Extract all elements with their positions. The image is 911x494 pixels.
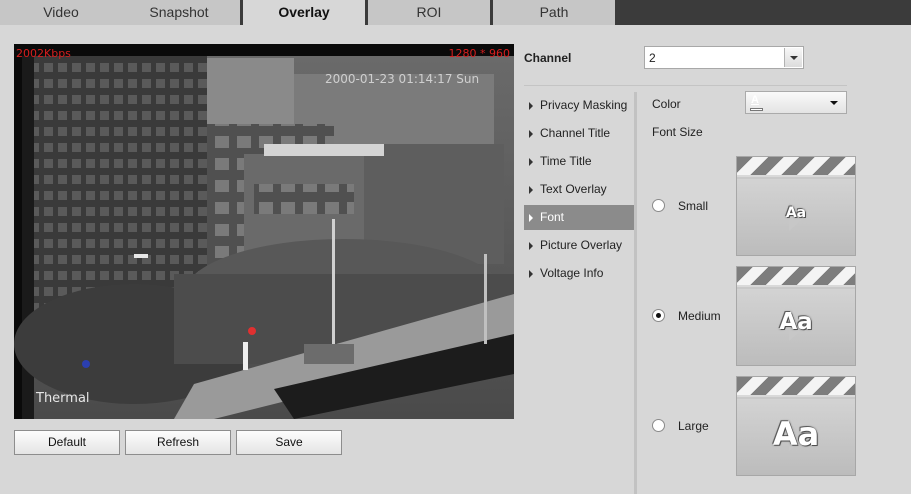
menu-item-label: Time Title bbox=[540, 154, 592, 168]
menu-item-label: Picture Overlay bbox=[540, 238, 623, 252]
menu-item-voltage-info[interactable]: Voltage Info bbox=[524, 261, 634, 286]
timestamp-osd: 2000-01-23 01:14:17 Sun bbox=[325, 72, 480, 86]
menu-item-label: Font bbox=[540, 210, 565, 224]
font-preview-small: Aa bbox=[736, 156, 856, 256]
default-button[interactable]: Default bbox=[14, 430, 120, 455]
menu-item-picture-overlay[interactable]: Picture Overlay bbox=[524, 233, 634, 258]
channel-select-value: 2 bbox=[649, 51, 656, 65]
color-label: Color bbox=[652, 97, 681, 111]
menu-item-channel-title[interactable]: Channel Title bbox=[524, 121, 634, 146]
font-sample-medium: Aa bbox=[779, 309, 813, 335]
menu-item-label: Privacy Masking bbox=[540, 98, 628, 112]
resolution-osd: 1280 * 960 bbox=[448, 47, 510, 60]
menu-item-time-title[interactable]: Time Title bbox=[524, 149, 634, 174]
color-select[interactable]: A bbox=[745, 91, 847, 114]
tab-snapshot[interactable]: Snapshot bbox=[118, 0, 240, 25]
menu-item-label: Voltage Info bbox=[540, 266, 604, 280]
caret-right-icon bbox=[529, 270, 533, 278]
font-sample-large: Aa bbox=[772, 415, 820, 453]
tab-video[interactable]: Video bbox=[0, 0, 122, 25]
channel-label: Channel bbox=[524, 51, 572, 65]
caret-right-icon bbox=[529, 158, 533, 166]
font-size-large-label[interactable]: Large bbox=[678, 419, 709, 433]
caret-right-icon bbox=[529, 102, 533, 110]
bitrate-osd: 2002Kbps bbox=[16, 47, 71, 60]
font-size-medium-radio[interactable] bbox=[652, 309, 665, 322]
chevron-down-icon[interactable] bbox=[784, 48, 802, 67]
tab-bar: Video Snapshot Overlay ROI Path bbox=[0, 0, 911, 25]
chevron-down-icon[interactable] bbox=[830, 101, 838, 105]
font-color-A-icon: A bbox=[750, 94, 763, 111]
tab-path[interactable]: Path bbox=[493, 0, 615, 25]
font-size-small-radio[interactable] bbox=[652, 199, 665, 212]
caret-right-icon bbox=[529, 130, 533, 138]
font-size-label: Font Size bbox=[652, 125, 703, 139]
menu-item-privacy-masking[interactable]: Privacy Masking bbox=[524, 93, 634, 118]
font-preview-medium: Aa bbox=[736, 266, 856, 366]
thermal-scene-image bbox=[14, 56, 514, 419]
menu-divider bbox=[634, 92, 637, 494]
font-size-medium-label[interactable]: Medium bbox=[678, 309, 721, 323]
channel-title-osd: Thermal bbox=[36, 391, 90, 406]
channel-select[interactable]: 2 bbox=[644, 46, 804, 69]
tab-overlay[interactable]: Overlay bbox=[243, 0, 365, 25]
caret-right-icon bbox=[529, 214, 533, 222]
refresh-button[interactable]: Refresh bbox=[125, 430, 231, 455]
menu-item-font[interactable]: Font bbox=[524, 205, 634, 230]
menu-item-text-overlay[interactable]: Text Overlay bbox=[524, 177, 634, 202]
clapperboard-icon bbox=[737, 377, 855, 397]
tab-roi[interactable]: ROI bbox=[368, 0, 490, 25]
clapperboard-icon bbox=[737, 157, 855, 177]
video-preview: 2002Kbps 1280 * 960 2000-01-23 01:14:17 … bbox=[14, 44, 514, 419]
font-sample-small: Aa bbox=[785, 205, 807, 221]
font-preview-large: Aa bbox=[736, 376, 856, 476]
divider bbox=[524, 85, 847, 86]
font-size-large-radio[interactable] bbox=[652, 419, 665, 432]
menu-item-label: Text Overlay bbox=[540, 182, 607, 196]
menu-item-label: Channel Title bbox=[540, 126, 611, 140]
caret-right-icon bbox=[529, 186, 533, 194]
save-button[interactable]: Save bbox=[236, 430, 342, 455]
font-size-small-label[interactable]: Small bbox=[678, 199, 708, 213]
clapperboard-icon bbox=[737, 267, 855, 287]
caret-right-icon bbox=[529, 242, 533, 250]
